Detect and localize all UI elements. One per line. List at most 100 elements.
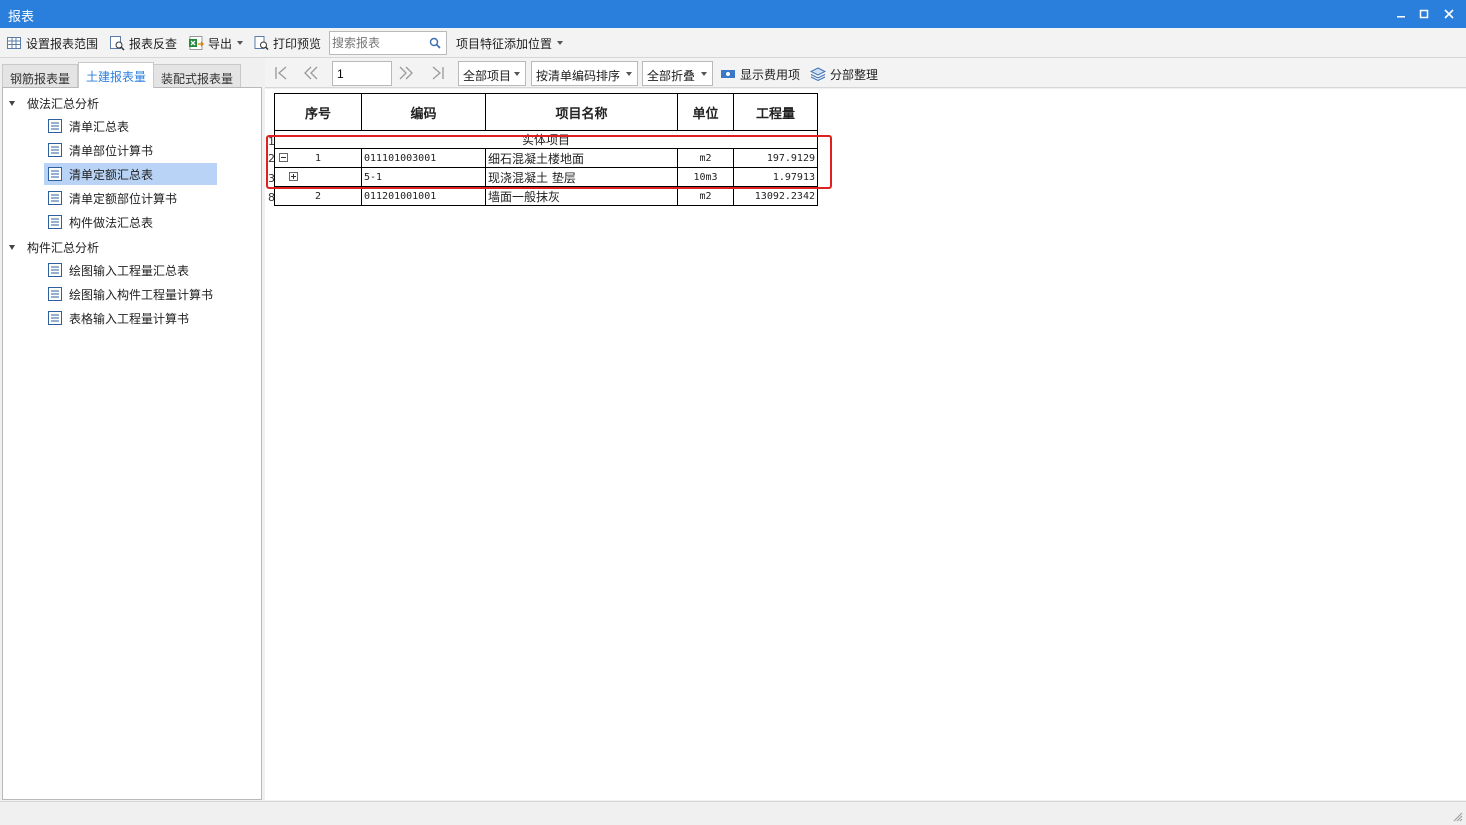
tree-item-drawing-component-calc[interactable]: 绘图输入构件工程量计算书	[44, 283, 219, 305]
window-title: 报表	[8, 10, 35, 25]
print-preview-icon	[253, 35, 269, 51]
export-label: 导出	[208, 36, 233, 51]
print-preview-button[interactable]: 打印预览	[253, 34, 321, 52]
seq-cell	[274, 167, 362, 187]
section-label: 实体项目	[274, 130, 818, 149]
section-row: 实体项目	[274, 130, 818, 149]
organize-label: 分部整理	[830, 67, 879, 82]
column-header: 单位	[677, 93, 734, 131]
table-grid-icon	[6, 35, 22, 51]
table-row[interactable]: 2 011201001001 墙面一般抹灰 m2 13092.2342	[274, 186, 818, 206]
chevron-down-icon	[557, 41, 564, 45]
seq-cell: 1	[274, 148, 362, 168]
quantity-cell: 1.97913	[733, 167, 818, 187]
expand-triangle-icon[interactable]	[9, 100, 15, 106]
resize-grip-icon[interactable]	[1453, 812, 1463, 822]
row-number: 8	[268, 191, 275, 204]
tree-group-method-summary[interactable]: 做法汇总分析	[9, 93, 99, 113]
report-doc-icon	[47, 262, 63, 278]
report-type-tabs: 钢筋报表量 土建报表量 装配式报表量	[0, 62, 262, 88]
quantity-cell: 13092.2342	[733, 186, 818, 206]
next-page-icon[interactable]	[399, 66, 413, 80]
set-range-button[interactable]: 设置报表范围	[6, 34, 98, 52]
unit-cell: m2	[677, 186, 734, 206]
column-header: 序号	[274, 93, 362, 131]
title-bar: 报表	[0, 0, 1466, 28]
tab-rebar-report[interactable]: 钢筋报表量	[2, 64, 79, 87]
tree-item-bill-quota-location-calc[interactable]: 清单定额部位计算书	[44, 187, 183, 209]
tree-item-bill-quota-summary[interactable]: 清单定额汇总表	[44, 163, 217, 185]
code-cell: 5-1	[361, 167, 486, 187]
unit-cell: 10m3	[677, 167, 734, 187]
tree-item-component-method-summary[interactable]: 构件做法汇总表	[44, 211, 159, 233]
tree-item-drawing-quantity-summary[interactable]: 绘图输入工程量汇总表	[44, 259, 195, 281]
name-cell: 墙面一般抹灰	[485, 186, 678, 206]
tab-prefab-report[interactable]: 装配式报表量	[153, 64, 242, 87]
row-number: 1	[268, 135, 275, 148]
tab-civil-report[interactable]: 土建报表量	[78, 62, 155, 88]
expand-icon[interactable]	[289, 172, 298, 181]
organize-button[interactable]: 分部整理	[810, 65, 878, 83]
report-review-label: 报表反查	[129, 36, 178, 51]
search-icon[interactable]	[429, 37, 441, 49]
close-icon[interactable]	[1441, 6, 1457, 22]
name-cell: 细石混凝土楼地面	[485, 148, 678, 168]
search-input[interactable]	[332, 34, 424, 52]
report-doc-icon	[47, 166, 63, 182]
tree-item-label: 绘图输入工程量汇总表	[69, 263, 190, 278]
report-doc-icon	[47, 142, 63, 158]
maximize-icon[interactable]	[1416, 6, 1432, 22]
export-button[interactable]: 导出	[188, 34, 244, 52]
prev-page-icon[interactable]	[304, 66, 318, 80]
report-review-button[interactable]: 报表反查	[109, 34, 177, 52]
tree-item-label: 清单部位计算书	[69, 143, 154, 158]
tree-item-label: 绘图输入构件工程量计算书	[69, 287, 214, 302]
show-fee-label: 显示费用项	[740, 67, 801, 82]
quantity-cell: 197.9129	[733, 148, 818, 168]
unit-cell: m2	[677, 148, 734, 168]
report-doc-icon	[47, 214, 63, 230]
tree-item-bill-summary[interactable]: 清单汇总表	[44, 115, 135, 137]
tree-item-label: 清单定额汇总表	[69, 167, 154, 182]
chevron-down-icon	[626, 72, 632, 76]
page-number-input[interactable]	[332, 61, 392, 86]
row-number: 2	[268, 152, 275, 165]
report-search[interactable]	[329, 31, 447, 55]
feature-position-dropdown[interactable]: 项目特征添加位置	[456, 34, 564, 52]
code-cell: 011201001001	[361, 186, 486, 206]
excel-export-icon	[188, 35, 204, 51]
minimize-icon[interactable]	[1393, 6, 1409, 22]
show-fee-button[interactable]: 显示费用项	[720, 65, 800, 83]
tree-item-label: 清单定额部位计算书	[69, 191, 178, 206]
tree-group-component-summary[interactable]: 构件汇总分析	[9, 237, 99, 257]
tree-item-label: 表格输入工程量计算书	[69, 311, 190, 326]
table-row[interactable]: 1 011101003001 细石混凝土楼地面 m2 197.9129	[274, 148, 818, 168]
tree-item-label: 清单汇总表	[69, 119, 130, 134]
fold-value: 全部折叠	[647, 69, 696, 83]
tree-item-table-input-calc[interactable]: 表格输入工程量计算书	[44, 307, 195, 329]
print-preview-label: 打印预览	[273, 36, 322, 51]
report-table: 序号 编码 项目名称 单位 工程量 实体项目 1 011101003001 细石…	[274, 93, 818, 206]
sort-dropdown[interactable]: 按清单编码排序	[531, 61, 638, 86]
magnifier-table-icon	[109, 35, 125, 51]
last-page-icon[interactable]	[431, 66, 445, 80]
layers-icon	[810, 66, 826, 82]
filter-dropdown[interactable]: 全部项目	[458, 61, 526, 86]
report-tree-panel: 做法汇总分析 清单汇总表 清单部位计算书 清单定额汇总表 清单定额部位计算书 构…	[2, 87, 262, 800]
table-row[interactable]: 5-1 现浇混凝土 垫层 10m3 1.97913	[274, 167, 818, 187]
first-page-icon[interactable]	[274, 66, 288, 80]
expand-triangle-icon[interactable]	[9, 244, 15, 250]
collapse-icon[interactable]	[279, 153, 288, 162]
tree-item-bill-location-calc[interactable]: 清单部位计算书	[44, 139, 159, 161]
column-header: 工程量	[733, 93, 818, 131]
column-header: 项目名称	[485, 93, 678, 131]
chevron-down-icon	[514, 72, 520, 76]
status-bar	[0, 801, 1466, 825]
row-number: 3	[268, 172, 275, 185]
name-cell: 现浇混凝土 垫层	[485, 167, 678, 187]
table-header-row: 序号 编码 项目名称 单位 工程量	[274, 93, 818, 131]
money-icon	[720, 66, 736, 82]
fold-dropdown[interactable]: 全部折叠	[642, 61, 713, 86]
tree-group-label: 做法汇总分析	[27, 96, 100, 111]
seq-cell: 2	[274, 186, 362, 206]
